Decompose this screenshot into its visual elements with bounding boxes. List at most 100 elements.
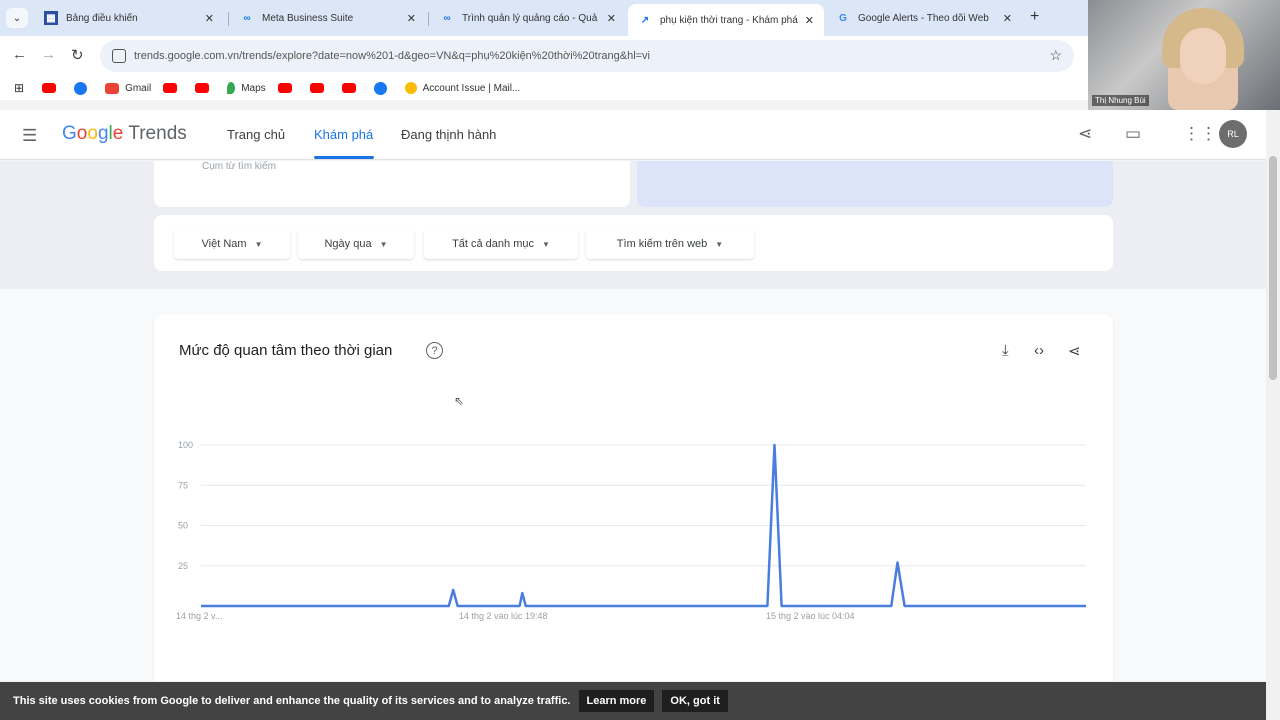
nav-trending[interactable]: Đang thịnh hành [401, 127, 496, 142]
bookmark-label: Gmail [125, 82, 152, 94]
reload-icon[interactable]: ↻ [71, 46, 84, 64]
bookmark-youtube[interactable] [309, 83, 330, 93]
bookmark-label: Account Issue | Mail... [422, 82, 521, 94]
scrollbar-thumb[interactable] [1269, 156, 1277, 380]
cookie-message: This site uses cookies from Google to de… [13, 695, 571, 707]
y-tick-label: 50 [178, 521, 188, 531]
filter-region[interactable]: Việt Nam ▼ [174, 229, 290, 259]
menu-icon[interactable]: ☰ [22, 126, 37, 146]
x-tick-label: 14 thg 2 vào lúc 19:48 [459, 611, 548, 621]
tab-dashboard[interactable]: ▦ Bảng điều khiển ✕ [34, 4, 224, 32]
google-trends-logo[interactable]: Google Trends [62, 123, 187, 145]
active-nav-indicator [314, 156, 374, 159]
caret-down-icon: ▼ [715, 239, 724, 249]
bookmark-youtube[interactable] [163, 83, 183, 93]
filter-label: Ngày qua [324, 238, 372, 250]
filter-bar: Việt Nam ▼ Ngày qua ▼ Tất cả danh mục ▼ Tìm… [154, 215, 1113, 271]
caret-down-icon: ▼ [254, 239, 263, 249]
bookmark-facebook[interactable] [373, 81, 393, 95]
interest-over-time-card: Mức độ quan tâm theo thời gian ? ⤓ ‹› ⋖ … [154, 314, 1113, 681]
dashboard-icon: ▦ [44, 11, 58, 25]
y-tick-label: 25 [178, 561, 188, 571]
account-icon [404, 82, 417, 94]
tab-title: Meta Business Suite [262, 12, 354, 24]
back-arrow-icon[interactable]: ← [12, 46, 27, 63]
meta-icon: ∞ [443, 12, 451, 24]
x-tick-label: 15 thg 2 vào lúc 04:04 [766, 611, 855, 621]
search-term-label: Cụm từ tìm kiếm [202, 161, 276, 172]
youtube-icon [195, 83, 210, 93]
webcam-name-label: Thị Nhung Bùi [1092, 95, 1149, 106]
close-icon[interactable]: ✕ [1003, 12, 1012, 25]
avatar[interactable]: RL [1219, 120, 1247, 148]
page-scrollbar[interactable] [1266, 110, 1280, 720]
bookmarks-bar: ⊞ Gmail Maps Account Issue | Mail... [0, 76, 1088, 100]
close-icon[interactable]: ✕ [407, 12, 416, 25]
browser-tab-bar: ⌄ ▦ Bảng điều khiển ✕ ∞ Meta Business Su… [0, 0, 1088, 36]
compare-term-card[interactable] [637, 161, 1113, 207]
youtube-icon [42, 83, 57, 93]
tab-meta-business[interactable]: ∞ Meta Business Suite ✕ [230, 4, 426, 32]
bookmark-maps[interactable]: Maps [227, 82, 266, 94]
bookmark-youtube[interactable] [42, 83, 62, 93]
filter-label: Tất cả danh mục [452, 238, 534, 250]
facebook-icon [74, 81, 88, 95]
youtube-icon [163, 83, 178, 93]
close-icon[interactable]: ✕ [805, 14, 814, 27]
tab-title: Trình quản lý quảng cáo - Quả [462, 12, 598, 24]
tab-google-alerts[interactable]: G Google Alerts - Theo dõi Web ✕ [826, 4, 1022, 32]
bookmark-star-icon[interactable]: ☆ [1049, 47, 1062, 64]
interest-chart: 25 50 75 100 14 thg 2 v... 14 thg 2 vào lúc 1… [176, 440, 1086, 621]
tab-title: Google Alerts - Theo dõi Web [858, 12, 989, 24]
bookmark-youtube[interactable] [341, 83, 362, 93]
youtube-icon [277, 83, 292, 93]
nav-explore[interactable]: Khám phá [314, 127, 373, 142]
address-bar[interactable]: trends.google.com.vn/trends/explore?date… [100, 40, 1074, 72]
caret-down-icon: ▼ [542, 239, 550, 249]
x-tick-label: 14 thg 2 v... [176, 611, 222, 621]
page-content: Cụm từ tìm kiếm Việt Nam ▼ Ngày qua ▼ Tất … [0, 161, 1266, 681]
bookmark-label: Maps [241, 82, 266, 94]
youtube-icon [341, 83, 356, 93]
caret-down-icon: ▼ [379, 239, 388, 249]
tab-ads-manager[interactable]: ∞ Trình quản lý quảng cáo - Quả ✕ [430, 4, 626, 32]
apps-grid-icon[interactable]: ⊞ [14, 81, 24, 95]
tab-google-trends[interactable]: ↗ phụ kiện thời trang - Khám phá ✕ [628, 4, 824, 36]
youtube-icon [309, 83, 324, 93]
filter-label: Tìm kiếm trên web [616, 238, 708, 250]
filter-search-type[interactable]: Tìm kiếm trên web ▼ [586, 229, 754, 259]
feedback-icon[interactable]: ▭ [1125, 124, 1141, 144]
tab-separator [428, 12, 429, 26]
maps-icon [227, 82, 236, 94]
apps-grid-icon[interactable]: ⋮⋮ [1183, 124, 1217, 144]
bookmark-facebook[interactable] [74, 81, 93, 95]
learn-more-button[interactable]: Learn more [578, 690, 655, 712]
url-text: trends.google.com.vn/trends/explore?date… [134, 50, 651, 62]
google-icon: G [839, 12, 847, 24]
y-tick-label: 100 [178, 440, 193, 450]
bookmark-youtube[interactable] [195, 83, 215, 93]
filter-time[interactable]: Ngày qua ▼ [298, 229, 414, 259]
cookie-banner: This site uses cookies from Google to de… [0, 682, 1266, 720]
close-icon[interactable]: ✕ [205, 12, 214, 25]
bookmark-gmail[interactable]: Gmail [105, 82, 152, 94]
search-term-card[interactable]: Cụm từ tìm kiếm [154, 161, 630, 207]
meta-icon: ∞ [243, 12, 251, 24]
trends-header: ☰ Google Trends Trang chủ Khám phá Đang t… [0, 110, 1266, 160]
share-icon[interactable]: ⋖ [1078, 124, 1092, 144]
nav-home[interactable]: Trang chủ [227, 127, 285, 142]
new-tab-plus-icon[interactable]: + [1030, 8, 1039, 26]
bookmark-account-issue[interactable]: Account Issue | Mail... [404, 82, 521, 94]
tab-search-chevron-icon[interactable]: ⌄ [6, 8, 28, 28]
filter-category[interactable]: Tất cả danh mục ▼ [424, 229, 578, 259]
site-info-icon[interactable] [112, 49, 126, 63]
logo-trends: Trends [128, 123, 187, 144]
bookmark-youtube[interactable] [277, 83, 298, 93]
ok-got-it-button[interactable]: OK, got it [662, 690, 728, 712]
close-icon[interactable]: ✕ [607, 12, 616, 25]
browser-toolbar: ← → ↻ trends.google.com.vn/trends/explor… [0, 36, 1088, 76]
filter-label: Việt Nam [201, 238, 247, 250]
forward-arrow-icon[interactable]: → [41, 46, 56, 63]
webcam-overlay: Thị Nhung Bùi [1088, 0, 1280, 110]
webcam-face [1180, 28, 1226, 84]
